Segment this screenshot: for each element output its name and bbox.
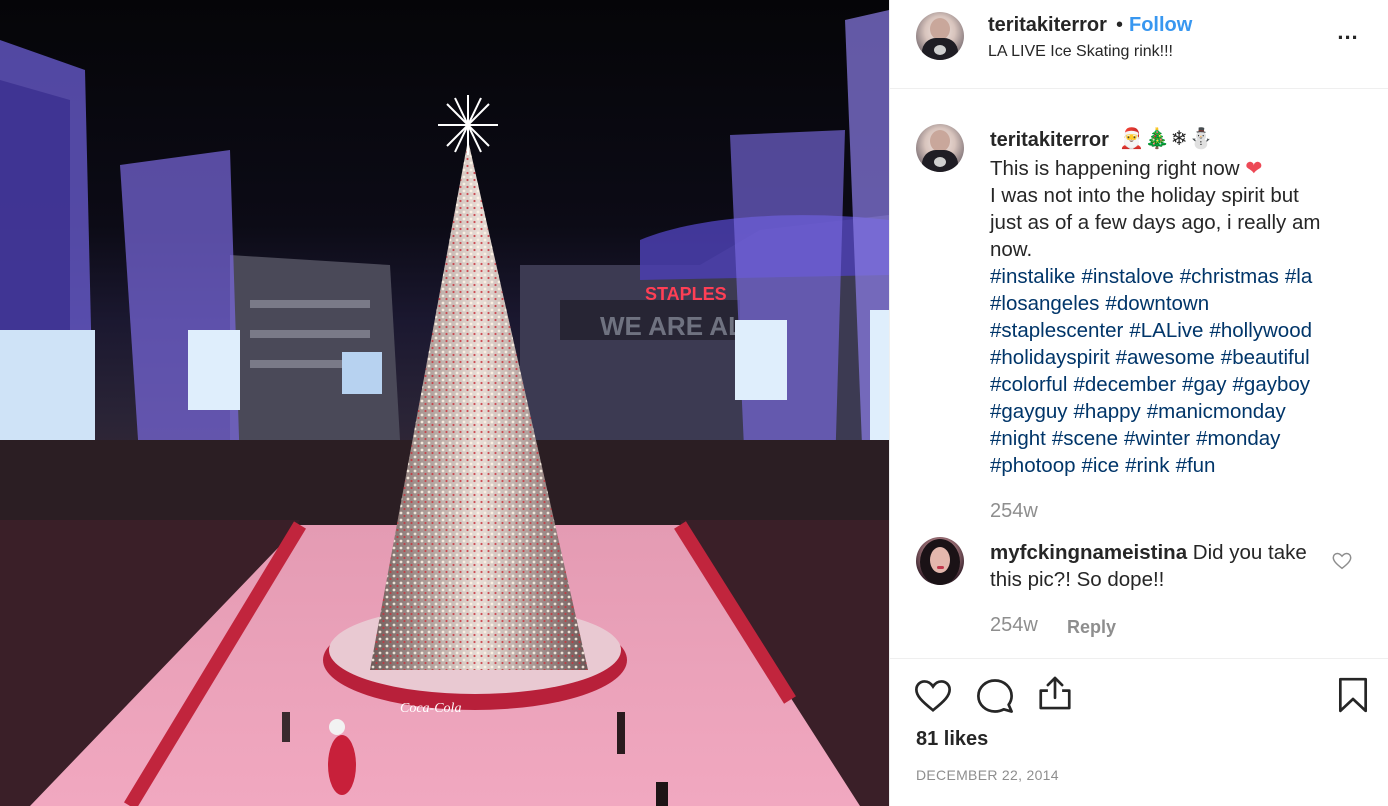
hashtag-link[interactable]: #colorful [990,373,1068,396]
post-actions: 81 likes DECEMBER 22, 2014 [890,658,1388,806]
more-dots-icon[interactable]: ... [1334,21,1362,48]
hashtag-link[interactable]: #gayguy [990,400,1068,423]
hashtag-link[interactable]: #photoop [990,454,1076,477]
caption-line: just as of a few days ago, i really am [990,211,1321,234]
hashtag-link[interactable]: #scene [1052,427,1118,450]
separator-dot: • [1116,14,1124,36]
author-avatar[interactable] [916,12,964,60]
tree-star [438,95,498,155]
hashtag-link[interactable]: #awesome [1116,346,1215,369]
caption-line: now. [990,238,1033,261]
hashtag-link[interactable]: #la [1285,265,1312,288]
hashtag-link[interactable]: #beautiful [1221,346,1310,369]
hashtag-line: #gayguy #happy #manicmonday [990,398,1370,425]
comment-username[interactable]: myfckingnameistina [990,541,1187,564]
hashtag-link[interactable]: #instalike [990,265,1075,288]
caption-line: I was not into the holiday spirit but [990,184,1299,207]
hashtag-line: #staplescenter #LALive #hollywood [990,317,1370,344]
hashtag-link[interactable]: #hollywood [1209,319,1312,342]
author-username[interactable]: teritakiterror [988,14,1107,37]
red-heart-emoji: ❤ [1245,157,1263,180]
hashtag-link[interactable]: #staplescenter [990,319,1123,342]
hashtag-line: #night #scene #winter #monday [990,425,1370,452]
hashtag-link[interactable]: #instalove [1081,265,1173,288]
hashtag-line: #losangeles #downtown [990,290,1370,317]
caption-author-avatar[interactable] [916,124,964,172]
hashtag-link[interactable]: #rink [1125,454,1169,477]
comment-like-heart-icon[interactable] [1331,550,1353,572]
hashtag-link[interactable]: #monday [1196,427,1280,450]
staples-sign: STAPLES [645,284,727,304]
post-date: DECEMBER 22, 2014 [916,767,1059,783]
hashtag-line: #photoop #ice #rink #fun [990,452,1370,479]
hashtag-link[interactable]: #fun [1176,454,1216,477]
caption-emojis: 🎅🎄❄⛄ [1119,128,1215,150]
hashtag-link[interactable]: #LALive [1129,319,1203,342]
hashtag-link[interactable]: #ice [1082,454,1120,477]
caption-username[interactable]: teritakiterror [990,129,1109,152]
hashtag-line: #colorful #december #gay #gayboy [990,371,1370,398]
caption-text: This is happening right now ❤ I was not … [990,155,1350,263]
caption-timestamp[interactable]: 254w [990,500,1038,523]
hashtag-link[interactable]: #night [990,427,1046,450]
we-are-sign: WE ARE AL [600,311,744,341]
hashtag-link[interactable]: #winter [1124,427,1190,450]
heart-outline-icon[interactable] [914,677,952,715]
post-details-panel: teritakiterror • Follow LA LIVE Ice Skat… [889,0,1388,806]
commenter-avatar[interactable] [916,537,964,585]
bookmark-icon[interactable] [1334,676,1372,714]
post-location[interactable]: LA LIVE Ice Skating rink!!! [988,43,1173,61]
hashtag-link[interactable]: #downtown [1105,292,1209,315]
hashtag-line: #instalike #instalove #christmas #la [990,263,1370,290]
like-count[interactable]: 81 likes [916,728,988,751]
post-photo[interactable]: STAPLES WE ARE AL Coca-Cola [0,0,889,806]
hashtag-link[interactable]: #manicmonday [1147,400,1286,423]
hashtag-link[interactable]: #happy [1074,400,1141,423]
follow-button[interactable]: Follow [1129,14,1192,37]
speech-bubble-icon[interactable] [976,677,1014,715]
caption-line: This is happening right now ❤ [990,157,1263,180]
comment-timestamp[interactable]: 254w [990,614,1038,637]
hashtag-link[interactable]: #losangeles [990,292,1099,315]
comment: myfckingnameistina Did you take this pic… [990,539,1320,593]
hashtag-list: #instalike #instalove #christmas #la #losang… [990,263,1370,479]
hashtag-link[interactable]: #gay [1182,373,1226,396]
hashtag-link[interactable]: #christmas [1180,265,1279,288]
share-icon[interactable] [1036,674,1074,712]
hashtag-link[interactable]: #holidayspirit [990,346,1110,369]
coca-cola-sign: Coca-Cola [400,701,461,716]
reply-button[interactable]: Reply [1067,617,1116,638]
hashtag-link[interactable]: #gayboy [1233,373,1311,396]
post-header: teritakiterror • Follow LA LIVE Ice Skat… [890,0,1388,89]
hashtag-line: #holidayspirit #awesome #beautiful [990,344,1370,371]
hashtag-link[interactable]: #december [1074,373,1177,396]
ice-rink-photo: STAPLES WE ARE AL Coca-Cola [0,10,889,806]
